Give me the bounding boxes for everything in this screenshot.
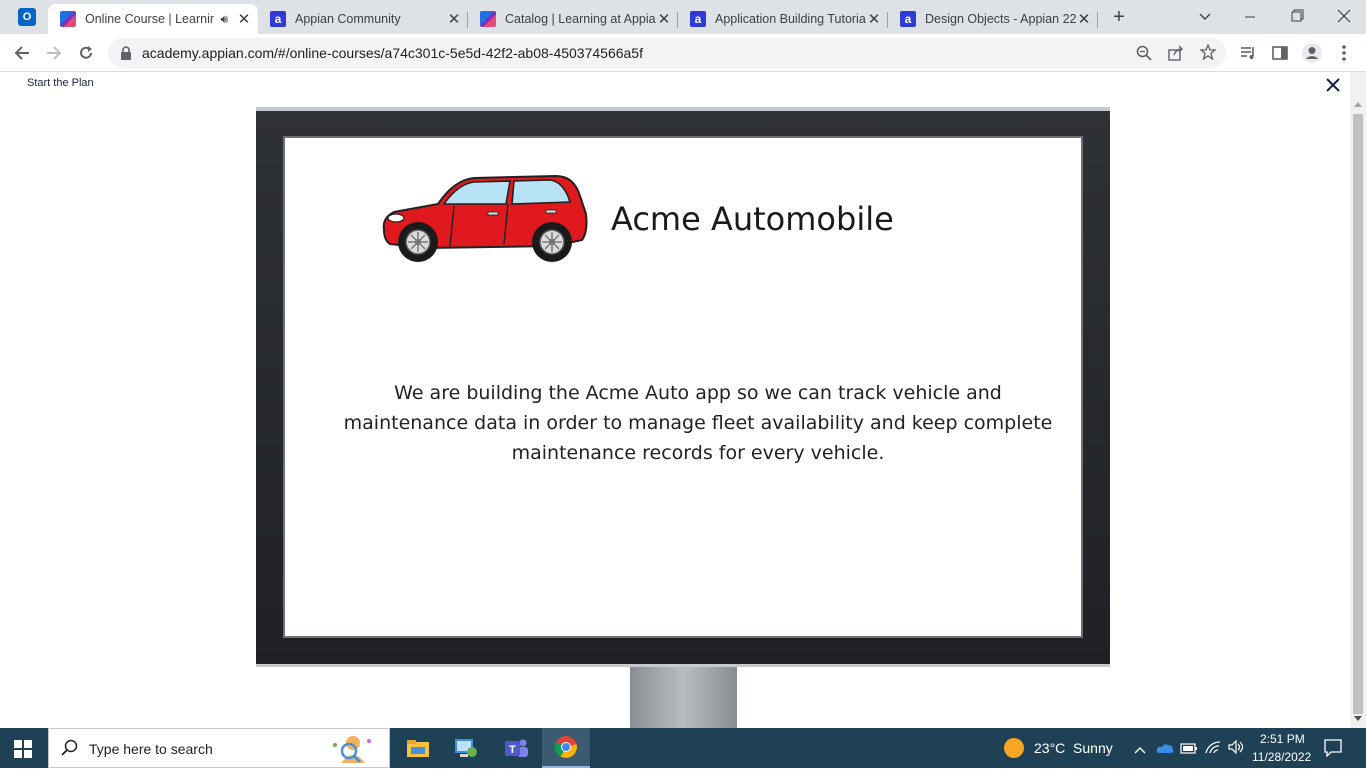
appian-icon: a — [690, 11, 706, 27]
media-control-icon[interactable] — [1236, 41, 1260, 65]
outlook-icon[interactable]: O — [18, 8, 36, 26]
close-course-button[interactable] — [1324, 76, 1342, 94]
monitor-stand — [630, 666, 737, 728]
page-scrollbar[interactable] — [1350, 72, 1366, 728]
weather-sun-icon[interactable] — [1004, 738, 1024, 758]
reload-icon[interactable] — [74, 41, 98, 65]
clock-date[interactable]: 11/28/2022 — [1252, 750, 1311, 764]
lock-icon[interactable] — [120, 46, 132, 65]
tab-catalog[interactable]: Catalog | Learning at Appia ✕ — [468, 4, 678, 34]
close-tab-icon[interactable]: ✕ — [656, 10, 672, 28]
windows-taskbar: Type here to search T 23°C Sunny 2:51 PM… — [0, 728, 1366, 768]
page-content: Start the Plan Acme Automobile We are bu… — [0, 72, 1350, 728]
tab-label: Design Objects - Appian 22 — [925, 12, 1076, 26]
address-bar[interactable]: academy.appian.com/#/online-courses/a74c… — [108, 38, 1226, 68]
new-tab-button[interactable]: + — [1108, 6, 1130, 28]
close-window-button[interactable] — [1332, 6, 1356, 26]
share-icon[interactable] — [1168, 45, 1184, 66]
tab-application-building[interactable]: a Application Building Tutoria ✕ — [678, 4, 888, 34]
tab-appian-community[interactable]: a Appian Community ✕ — [258, 4, 468, 34]
slide-body-line: We are building the Acme Auto app so we … — [394, 382, 1002, 404]
notification-icon[interactable] — [1324, 739, 1342, 762]
browser-toolbar: academy.appian.com/#/online-courses/a74c… — [0, 34, 1366, 72]
start-button[interactable] — [14, 740, 32, 758]
clock-time[interactable]: 2:51 PM — [1260, 732, 1305, 746]
scroll-up-arrow-icon[interactable] — [1354, 102, 1362, 107]
tab-design-objects[interactable]: a Design Objects - Appian 22 ✕ — [888, 4, 1098, 34]
tab-search-chevron-icon[interactable] — [1196, 8, 1214, 26]
tab-separator — [1097, 12, 1098, 28]
side-panel-icon[interactable] — [1268, 41, 1292, 65]
onedrive-icon[interactable] — [1156, 741, 1174, 759]
taskbar-search-box[interactable]: Type here to search — [48, 728, 390, 768]
file-explorer-icon[interactable] — [394, 728, 442, 768]
page-header-label: Start the Plan — [27, 77, 94, 89]
menu-kebab-icon[interactable] — [1332, 41, 1356, 65]
control-panel-icon[interactable] — [442, 728, 490, 768]
tab-label: Catalog | Learning at Appia — [505, 12, 656, 26]
restore-button[interactable] — [1284, 6, 1308, 26]
appian-icon: a — [900, 11, 916, 27]
appian-icon: a — [270, 11, 286, 27]
tab-online-course[interactable]: Online Course | Learnin 🔊︎ ✕ — [48, 4, 258, 34]
slide-body-line: maintenance records for every vehicle. — [511, 442, 885, 464]
car-illustration — [378, 174, 590, 266]
zoom-icon[interactable] — [1136, 45, 1152, 66]
back-icon[interactable] — [10, 41, 34, 65]
close-tab-icon[interactable]: ✕ — [446, 10, 462, 28]
profile-avatar[interactable] — [1300, 41, 1324, 65]
search-highlight-icon — [327, 733, 373, 770]
scroll-down-arrow-icon[interactable] — [1354, 716, 1362, 721]
tab-label: Application Building Tutoria — [715, 12, 866, 26]
weather-text[interactable]: 23°C Sunny — [1034, 740, 1113, 756]
volume-icon[interactable] — [1228, 739, 1246, 759]
appian-course-icon — [60, 11, 76, 27]
tab-label: Online Course | Learnin — [85, 12, 215, 26]
close-tab-icon[interactable]: ✕ — [236, 10, 252, 28]
minimize-button[interactable] — [1238, 8, 1262, 26]
slide-title: Acme Automobile — [611, 200, 894, 238]
teams-icon[interactable]: T — [492, 728, 540, 768]
appian-course-icon — [480, 11, 496, 27]
tab-strip: O Online Course | Learnin 🔊︎ ✕ a Appian … — [0, 0, 1366, 34]
tab-label: Appian Community — [295, 12, 401, 26]
url-text[interactable]: academy.appian.com/#/online-courses/a74c… — [142, 45, 643, 61]
audio-playing-icon[interactable]: 🔊︎ — [220, 12, 228, 27]
search-icon — [61, 739, 79, 762]
forward-icon[interactable] — [42, 41, 66, 65]
wifi-icon[interactable] — [1204, 740, 1222, 759]
bookmark-star-icon[interactable] — [1199, 43, 1217, 65]
close-tab-icon[interactable]: ✕ — [866, 10, 882, 28]
search-placeholder: Type here to search — [89, 741, 213, 757]
slide-screen: Acme Automobile We are building the Acme… — [283, 136, 1083, 638]
show-hidden-icons-chevron-icon[interactable] — [1134, 742, 1146, 760]
slide-body-line: maintenance data in order to manage flee… — [343, 412, 1053, 434]
close-tab-icon[interactable]: ✕ — [1076, 10, 1092, 28]
battery-icon[interactable] — [1180, 741, 1198, 759]
chrome-icon[interactable] — [542, 728, 590, 768]
slide-body: We are building the Acme Auto app so we … — [325, 378, 1071, 468]
svg-text:T: T — [509, 744, 516, 756]
scroll-thumb[interactable] — [1353, 114, 1363, 714]
